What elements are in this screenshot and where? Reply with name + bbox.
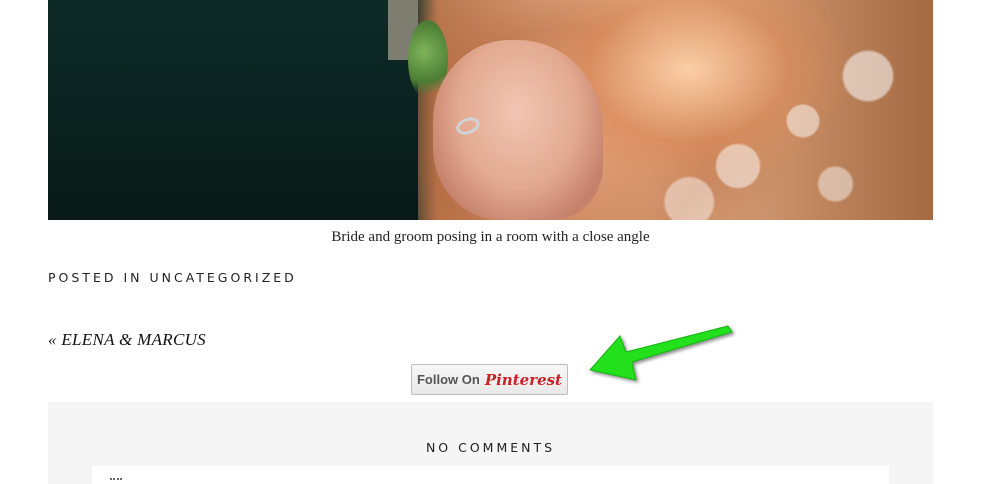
image-caption: Bride and groom posing in a room with a … — [331, 229, 650, 245]
green-arrow-icon — [589, 325, 733, 381]
pinterest-follow-label: Follow On — [416, 372, 480, 387]
page: Bride and groom posing in a room with a … — [0, 0, 985, 484]
pinterest-logo-icon: Pinterest — [484, 370, 562, 389]
comment-form[interactable] — [92, 466, 889, 484]
category-link[interactable]: Uncategorized — [149, 270, 296, 285]
lace-dress-region — [608, 40, 933, 220]
post-featured-image — [48, 0, 933, 220]
previous-post-link[interactable]: « ELENA & MARCUS — [48, 330, 206, 350]
posted-in-label: Posted in — [48, 270, 143, 285]
comments-heading: No Comments — [425, 440, 556, 455]
post-category-meta: Posted in Uncategorized — [48, 270, 297, 285]
comment-form-glyph — [110, 478, 122, 484]
groom-suit-region — [48, 0, 418, 220]
comments-section: No Comments — [48, 402, 933, 484]
pinterest-follow-button[interactable]: Follow On Pinterest — [411, 364, 568, 395]
